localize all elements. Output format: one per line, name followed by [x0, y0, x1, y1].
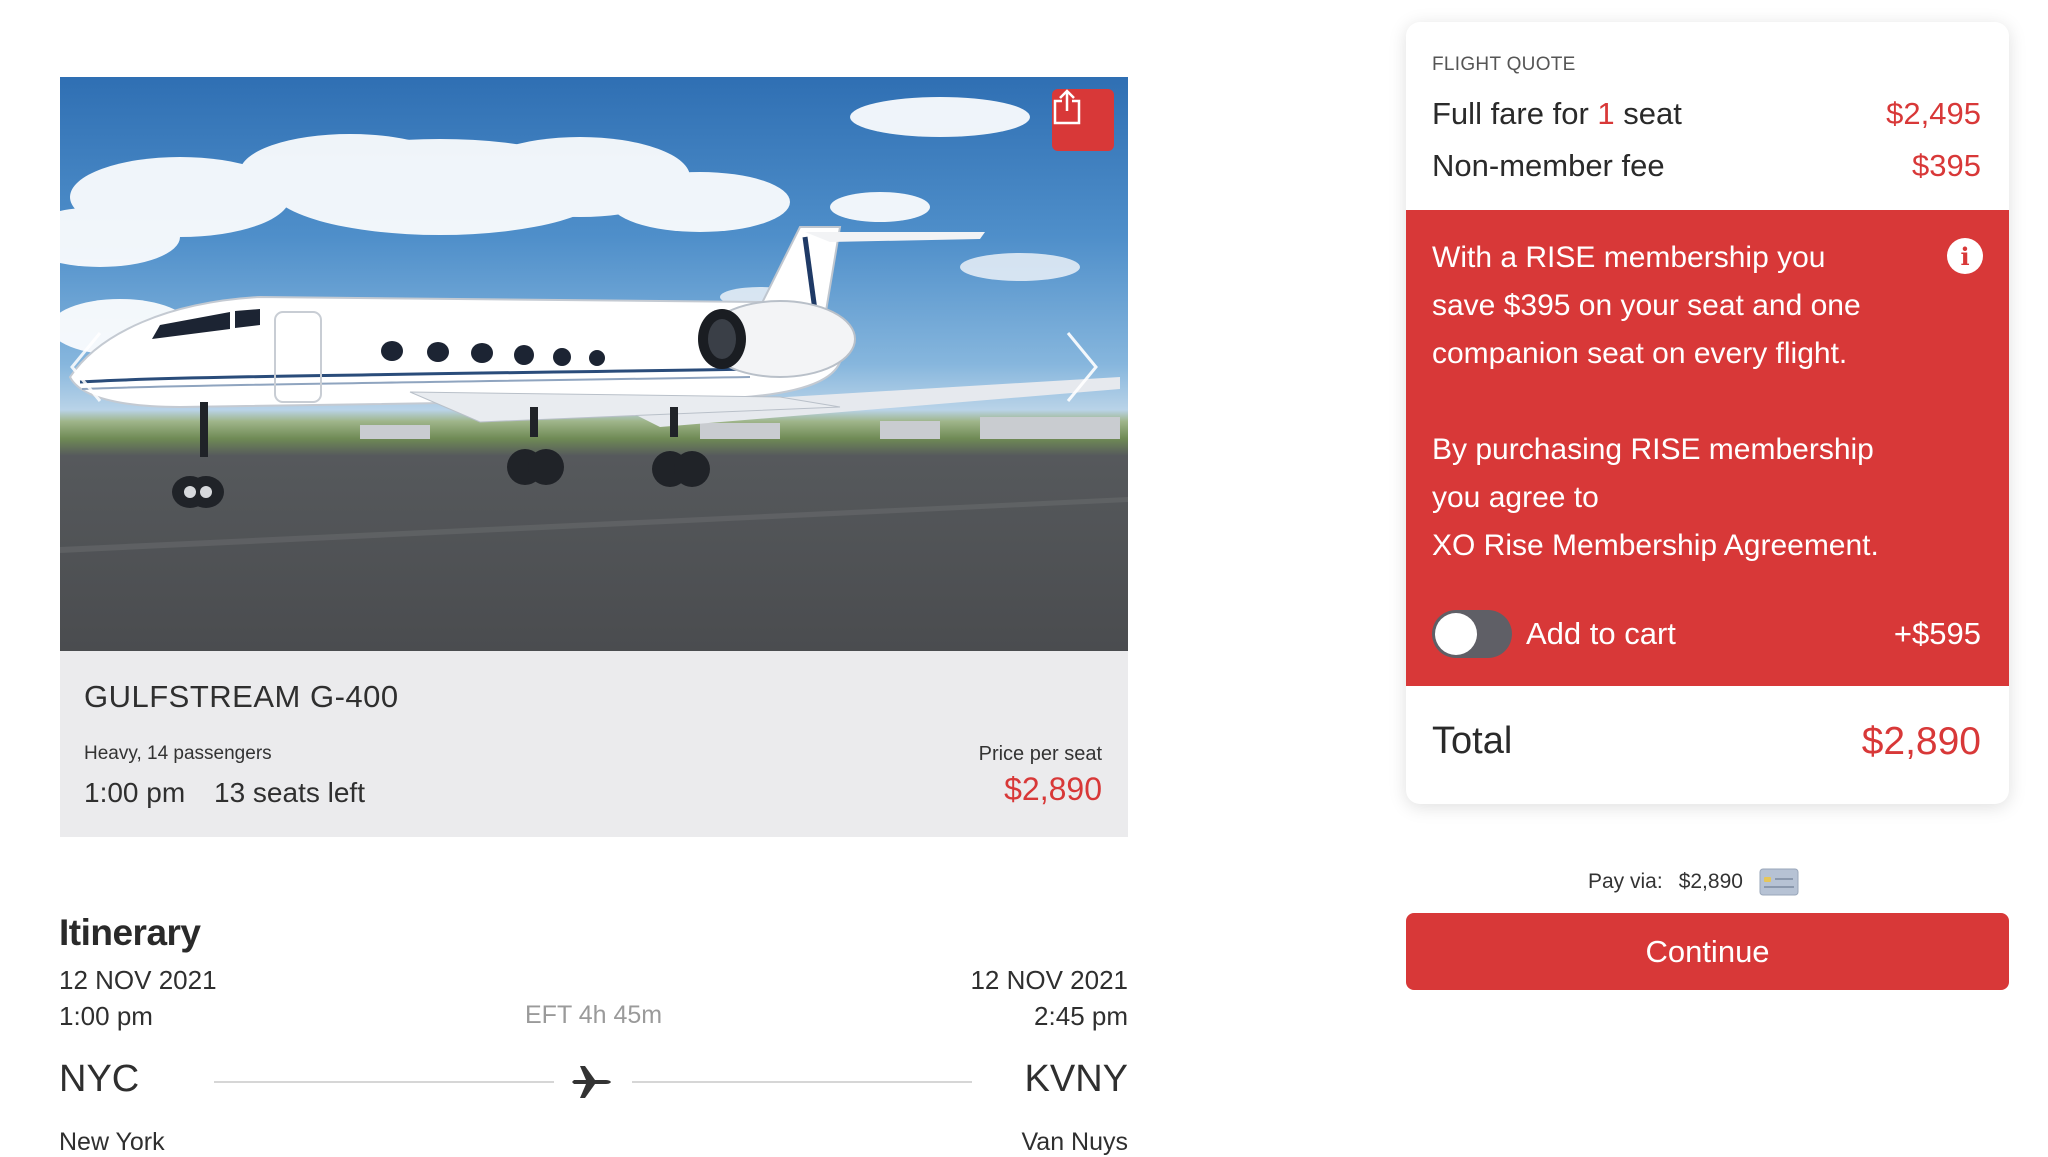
seat-count: 1: [1597, 96, 1615, 131]
rise-spacer: [1432, 378, 1932, 426]
price-per-seat-label: Price per seat: [978, 743, 1102, 765]
non-member-fee-value: $395: [1912, 148, 1981, 183]
info-icon[interactable]: i: [1947, 238, 1983, 274]
origin-code: NYC: [59, 1058, 140, 1100]
pay-via-label: Pay via:: [1588, 870, 1663, 893]
arrival-time: 2:45 pm: [1034, 1001, 1128, 1031]
add-to-cart-label: Add to cart: [1526, 616, 1676, 651]
departure-time: 1:00 pm: [84, 777, 186, 808]
destination-code: KVNY: [1024, 1058, 1128, 1100]
rise-line: you agree to: [1432, 481, 1599, 514]
aircraft-class: Heavy, 14 passengers: [84, 743, 272, 764]
pay-via-amount: $2,890: [1678, 870, 1743, 893]
next-photo-button[interactable]: [1062, 327, 1122, 437]
add-to-cart-toggle[interactable]: [1432, 610, 1512, 658]
share-icon: [1053, 89, 1081, 125]
chevron-left-icon: [70, 332, 102, 402]
aircraft-illustration: [60, 97, 1128, 553]
non-member-fee-label: Non-member fee: [1432, 148, 1665, 183]
add-to-cart-price: +$595: [1893, 616, 1981, 651]
membership-agreement-link[interactable]: XO Rise Membership Agreement.: [1432, 522, 1932, 570]
credit-card-icon[interactable]: [1759, 868, 1799, 896]
pay-via-row: Pay via: $2,890: [1588, 868, 1799, 896]
chevron-right-icon: [1066, 332, 1098, 402]
full-fare-value: $2,495: [1886, 96, 1981, 131]
toggle-knob: [1435, 613, 1477, 655]
total-label: Total: [1432, 720, 1513, 762]
total-value: $2,890: [1861, 720, 1981, 763]
destination-city: Van Nuys: [1021, 1128, 1128, 1156]
departure-time-itinerary: 1:00 pm: [59, 1001, 153, 1031]
seats-left: 13 seats left: [214, 777, 365, 808]
full-fare-prefix: Full fare for: [1432, 96, 1598, 131]
rise-line: By purchasing RISE membership: [1432, 433, 1874, 466]
previous-photo-button[interactable]: [66, 327, 126, 437]
departure-date: 12 NOV 2021: [59, 965, 217, 995]
rise-line: companion seat on every flight.: [1432, 337, 1848, 370]
estimated-flight-time: EFT 4h 45m: [525, 1001, 663, 1029]
aircraft-photo: [60, 77, 1128, 651]
itinerary-title: Itinerary: [59, 912, 201, 953]
flight-quote-label: FLIGHT QUOTE: [1432, 54, 1576, 75]
route-line: [214, 1081, 554, 1083]
route-line: [632, 1081, 972, 1083]
rise-membership-box: With a RISE membership you save $395 on …: [1406, 210, 2009, 686]
full-fare-label: Full fare for 1 seat: [1432, 96, 1682, 132]
continue-button[interactable]: Continue: [1406, 913, 2009, 990]
full-fare-suffix: seat: [1614, 96, 1682, 131]
flight-quote-card: FLIGHT QUOTE Full fare for 1 seat $2,495…: [1406, 22, 2009, 804]
airplane-icon: [572, 1066, 611, 1098]
rise-line: With a RISE membership you: [1432, 241, 1826, 274]
aircraft-name: GULFSTREAM G-400: [84, 679, 399, 714]
origin-city: New York: [59, 1128, 165, 1156]
price-per-seat-value: $2,890: [1004, 771, 1102, 807]
rise-line: save $395 on your seat and one: [1432, 289, 1861, 322]
aircraft-info-panel: GULFSTREAM G-400 Heavy, 14 passengers 1:…: [60, 651, 1128, 837]
arrival-date: 12 NOV 2021: [970, 965, 1128, 995]
rise-membership-text: With a RISE membership you save $395 on …: [1432, 234, 1932, 570]
share-button[interactable]: [1052, 89, 1114, 151]
